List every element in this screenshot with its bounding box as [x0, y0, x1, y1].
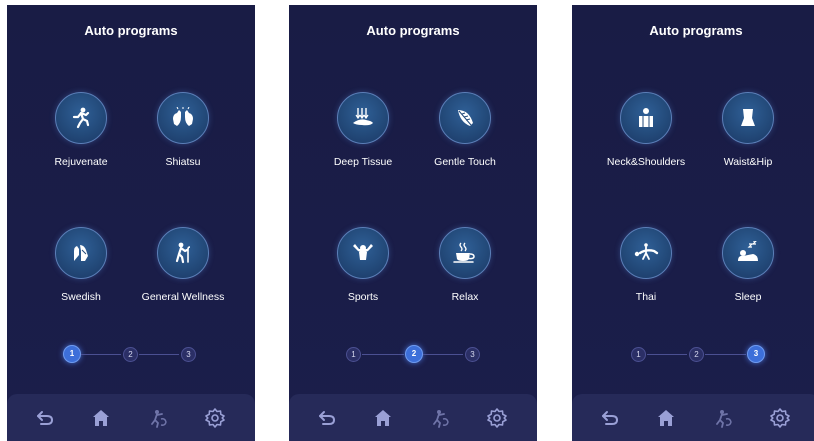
screen-page-2: Auto programs Deep Tissue Gentle Touch S…	[289, 5, 537, 441]
program-label: General Wellness	[141, 291, 225, 303]
settings-icon[interactable]	[770, 408, 790, 428]
program-label: Neck&Shoulders	[606, 156, 686, 168]
palms-icon	[74, 245, 88, 261]
program-label: Relax	[451, 291, 479, 303]
manual-massage-icon[interactable]	[149, 408, 169, 428]
pager-connector	[647, 354, 687, 355]
hands-icon	[173, 107, 193, 126]
cheering-person-icon	[353, 244, 373, 260]
screen-page-1: Auto programs Rejuvenate Shiatsu Swedish…	[7, 5, 255, 441]
bottom-bar	[289, 394, 537, 441]
thai-button[interactable]	[620, 227, 672, 279]
waist-hip-button[interactable]	[722, 92, 774, 144]
pager-connector	[423, 354, 463, 355]
program-swedish[interactable]: Swedish	[26, 227, 136, 303]
page-dot-3[interactable]: 3	[465, 347, 480, 362]
page-dot-2[interactable]: 2	[689, 347, 704, 362]
program-label: Thai	[635, 291, 657, 303]
shiatsu-button[interactable]	[157, 92, 209, 144]
program-label: Swedish	[61, 291, 101, 303]
page-dot-1[interactable]: 1	[63, 345, 81, 363]
coffee-cup-icon	[453, 242, 475, 263]
home-icon[interactable]	[373, 408, 393, 428]
program-sports[interactable]: Sports	[308, 227, 418, 303]
pager-connector	[81, 354, 121, 355]
program-label: Shiatsu	[165, 156, 201, 168]
general-wellness-button[interactable]	[157, 227, 209, 279]
program-general-wellness[interactable]: General Wellness	[128, 227, 238, 303]
page-title: Auto programs	[649, 23, 743, 38]
bottom-bar	[7, 394, 255, 441]
program-sleep[interactable]: Sleep	[693, 227, 803, 303]
pagination: 1 2 3	[289, 345, 537, 363]
sleep-button[interactable]	[722, 227, 774, 279]
pager-connector	[139, 354, 179, 355]
program-label: Sports	[347, 291, 379, 303]
page-dot-2[interactable]: 2	[405, 345, 423, 363]
page-dot-1[interactable]: 1	[631, 347, 646, 362]
program-label: Waist&Hip	[723, 156, 773, 168]
program-thai[interactable]: Thai	[591, 227, 701, 303]
program-deep-tissue[interactable]: Deep Tissue	[308, 92, 418, 168]
gentle-touch-button[interactable]	[439, 92, 491, 144]
program-relax[interactable]: Relax	[410, 227, 520, 303]
program-label: Sleep	[734, 291, 762, 303]
program-gentle-touch[interactable]: Gentle Touch	[410, 92, 520, 168]
page-dot-3[interactable]: 3	[181, 347, 196, 362]
settings-icon[interactable]	[487, 408, 507, 428]
deep-pressure-icon	[353, 108, 373, 126]
back-icon[interactable]	[600, 408, 620, 428]
pager-connector	[705, 354, 746, 355]
program-label: Gentle Touch	[434, 156, 496, 168]
rejuvenate-button[interactable]	[55, 92, 107, 144]
neck-shoulders-button[interactable]	[620, 92, 672, 144]
program-neck-shoulders[interactable]: Neck&Shoulders	[591, 92, 701, 168]
program-label: Rejuvenate	[54, 156, 108, 168]
page-title: Auto programs	[84, 23, 178, 38]
back-icon[interactable]	[317, 408, 337, 428]
swedish-button[interactable]	[55, 227, 107, 279]
page-title: Auto programs	[366, 23, 460, 38]
running-person-icon	[72, 107, 90, 129]
elderly-person-icon	[175, 242, 191, 264]
pager-connector	[362, 354, 404, 355]
program-rejuvenate[interactable]: Rejuvenate	[26, 92, 136, 168]
page-dot-3[interactable]: 3	[747, 345, 765, 363]
program-waist-hip[interactable]: Waist&Hip	[693, 92, 803, 168]
neck-shoulders-icon	[639, 108, 653, 127]
sleep-icon	[738, 241, 758, 261]
manual-massage-icon[interactable]	[431, 408, 451, 428]
home-icon[interactable]	[656, 408, 676, 428]
manual-massage-icon[interactable]	[714, 408, 734, 428]
back-icon[interactable]	[35, 408, 55, 428]
pagination: 1 2 3	[7, 345, 255, 363]
page-dot-1[interactable]: 1	[346, 347, 361, 362]
waist-hip-icon	[741, 109, 755, 126]
program-shiatsu[interactable]: Shiatsu	[128, 92, 238, 168]
page-dot-2[interactable]: 2	[123, 347, 138, 362]
sports-button[interactable]	[337, 227, 389, 279]
feather-icon	[458, 110, 473, 126]
relax-button[interactable]	[439, 227, 491, 279]
program-label: Deep Tissue	[333, 156, 393, 168]
deep-tissue-button[interactable]	[337, 92, 389, 144]
bottom-bar	[572, 394, 814, 441]
home-icon[interactable]	[91, 408, 111, 428]
thai-stretch-icon	[634, 243, 659, 260]
screen-page-3: Auto programs Neck&Shoulders Waist&Hip T…	[572, 5, 814, 441]
settings-icon[interactable]	[205, 408, 225, 428]
pagination: 1 2 3	[572, 345, 814, 363]
